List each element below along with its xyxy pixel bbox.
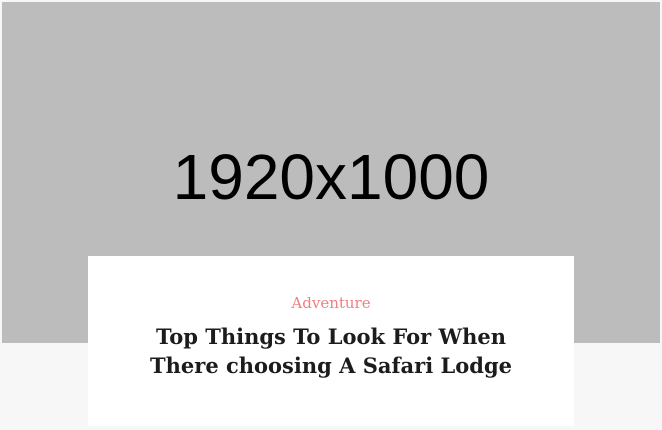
post-title[interactable]: Top Things To Look For When There choosi… [121, 322, 541, 380]
post-category-link[interactable]: Adventure [88, 293, 574, 313]
hero-image-dimensions-label: 1920x1000 [172, 141, 490, 213]
post-card: Adventure Top Things To Look For When Th… [88, 256, 574, 426]
